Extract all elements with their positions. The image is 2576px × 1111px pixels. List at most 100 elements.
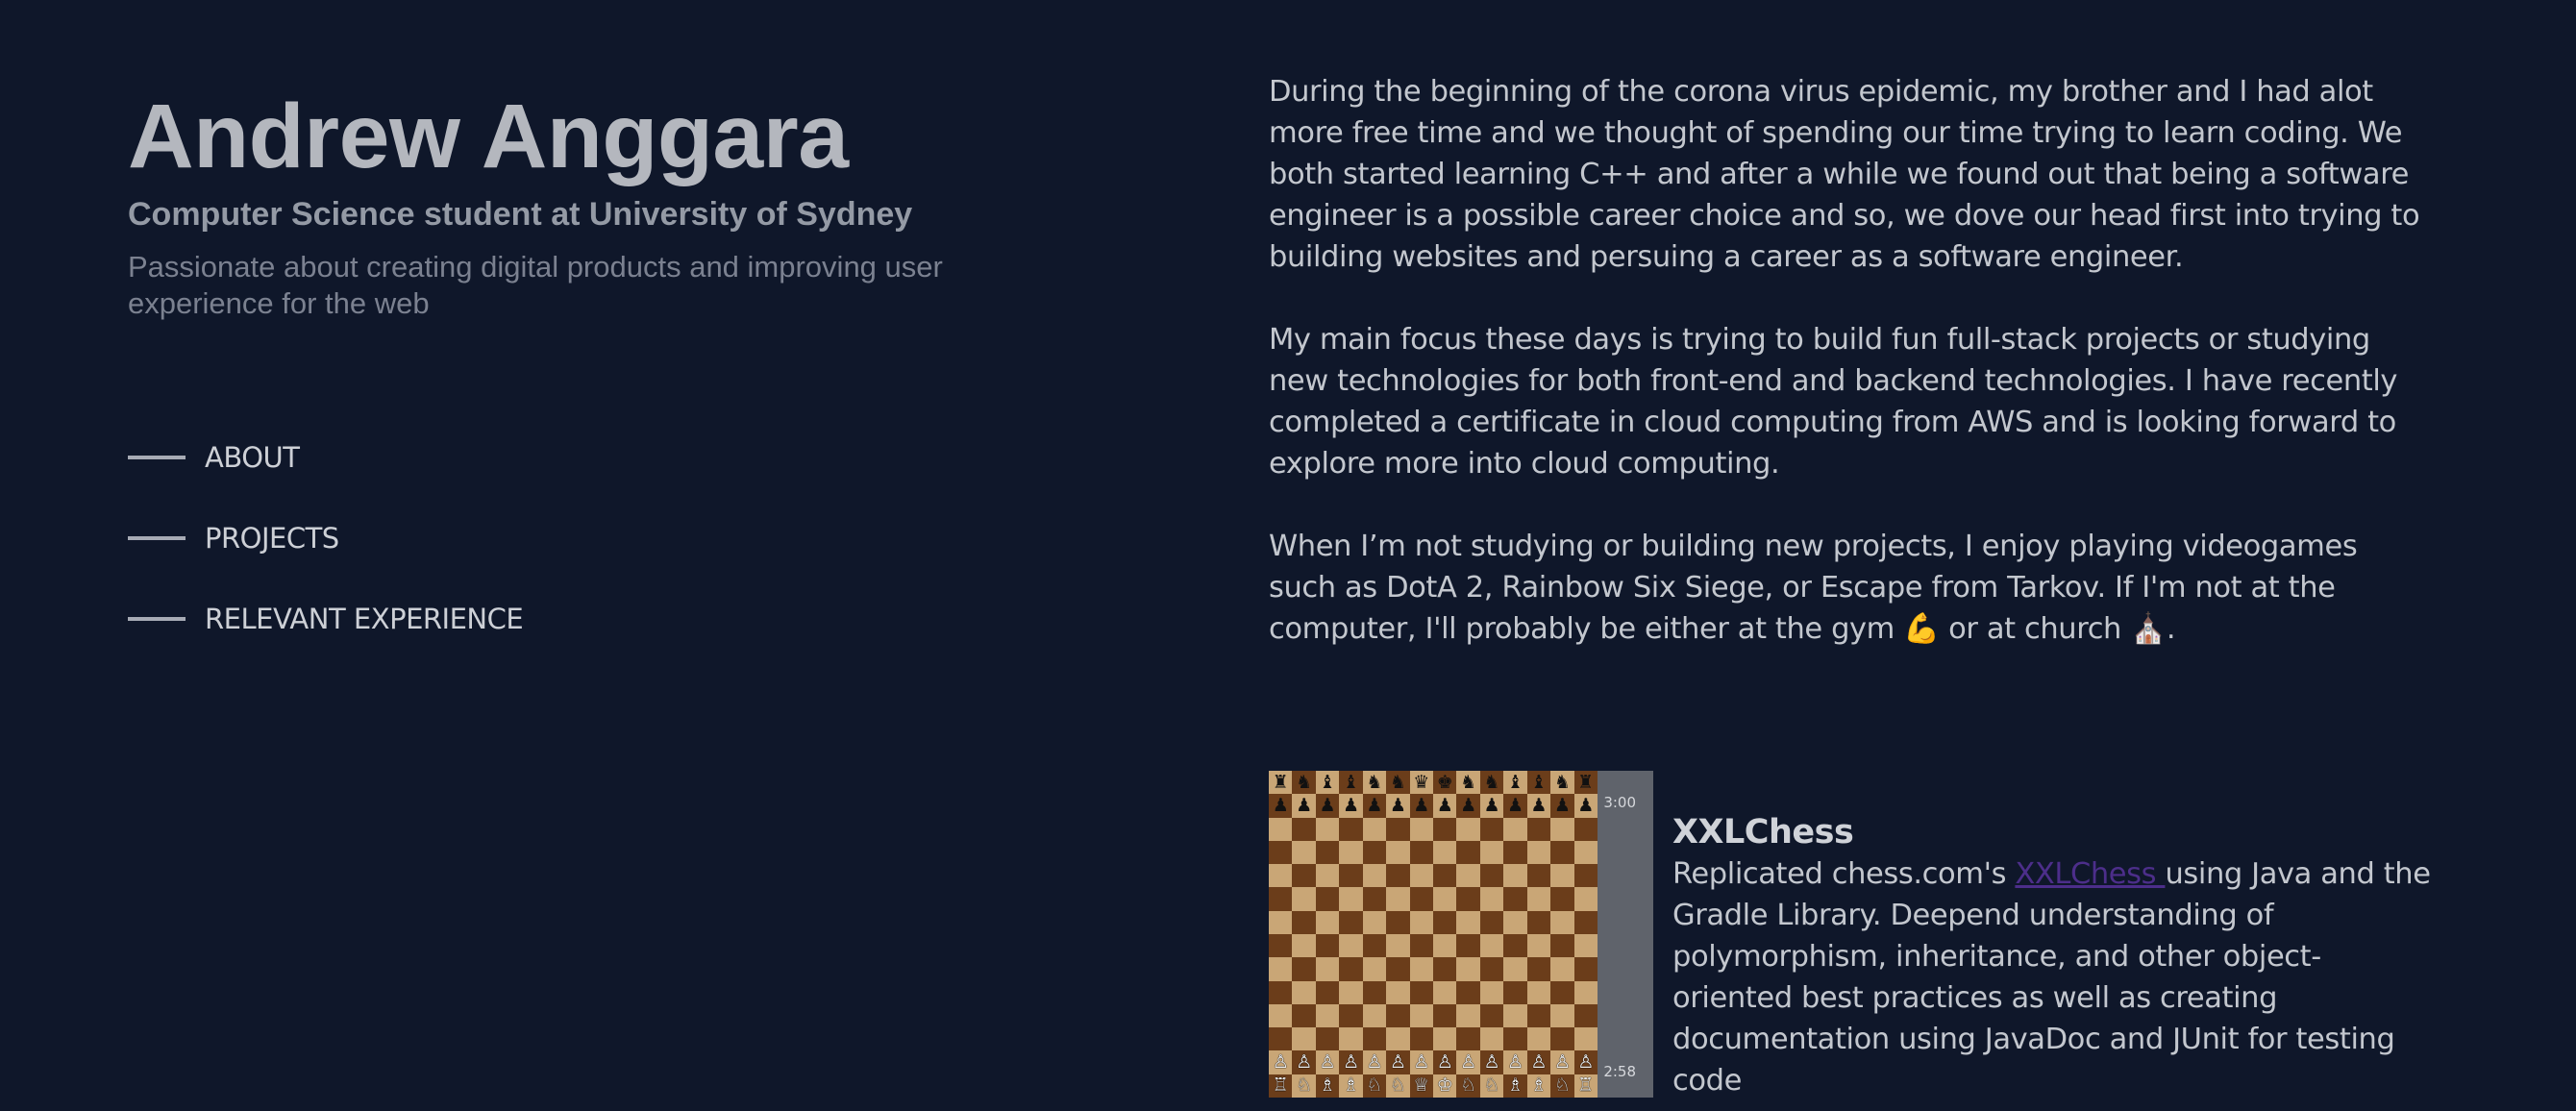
chess-square	[1292, 1003, 1316, 1028]
chess-square	[1503, 910, 1527, 934]
chess-square	[1292, 934, 1316, 958]
chess-square	[1409, 840, 1433, 865]
chess-square	[1550, 1027, 1574, 1051]
chess-square	[1269, 957, 1293, 981]
chess-square	[1292, 887, 1316, 911]
project-thumbnail-chessboard: ♜ ♞ ♝ ♝ ♞ ♞ ♛ ♚ ♞ ♞ ♝ ♝ ♞ ♜ ♟ ♟ ♟ ♟ ♟ ♟ ♟ ♟ ♟ ♟ ♟ ♟ ♟ ♟ ♙ ♙ ♙ ♙ ♙ ♙ ♙ ♙ ♙ ♙ ♙ ♙…	[1269, 771, 1653, 1098]
chess-square	[1339, 1003, 1363, 1028]
chess-piece: ♞	[1362, 771, 1387, 795]
chess-square	[1573, 817, 1598, 841]
section-nav: ABOUT PROJECTS RELEVANT EXPERIENCE	[128, 438, 524, 680]
chess-square	[1433, 864, 1457, 888]
nav-item-about[interactable]: ABOUT	[128, 438, 523, 477]
chess-piece: ♟	[1433, 794, 1457, 818]
chess-square	[1339, 910, 1363, 934]
chess-piece: ♙	[1362, 1050, 1387, 1074]
chess-square	[1315, 840, 1340, 865]
chess-piece: ♙	[1479, 1050, 1504, 1074]
chess-square	[1550, 840, 1574, 865]
project-card-xxlchess[interactable]: ♜ ♞ ♝ ♝ ♞ ♞ ♛ ♚ ♞ ♞ ♝ ♝ ♞ ♜ ♟ ♟ ♟ ♟ ♟ ♟ ♟ ♟ ♟ ♟ ♟ ♟ ♟ ♟ ♙ ♙ ♙ ♙ ♙ ♙ ♙ ♙ ♙ ♙ ♙ ♙…	[1269, 771, 2518, 1098]
nav-item-relevant-experience[interactable]: RELEVANT EXPERIENCE	[128, 600, 524, 638]
chess-square	[1292, 817, 1316, 841]
project-link[interactable]: XXLChess	[2015, 857, 2165, 891]
chess-square	[1362, 1027, 1387, 1051]
chess-square	[1456, 910, 1480, 934]
chess-square	[1362, 817, 1387, 841]
chess-square	[1573, 934, 1598, 958]
chess-piece: ♛	[1409, 771, 1433, 795]
chess-square	[1433, 980, 1457, 1004]
chess-square	[1315, 1027, 1340, 1051]
chess-piece: ♘	[1456, 1074, 1480, 1098]
chess-square	[1526, 934, 1551, 958]
chess-square	[1386, 957, 1410, 981]
chess-square	[1503, 1003, 1527, 1028]
chess-square	[1479, 1027, 1504, 1051]
chess-square	[1456, 957, 1480, 981]
chess-square	[1339, 887, 1363, 911]
chess-square	[1269, 1027, 1293, 1051]
chess-square	[1433, 840, 1457, 865]
chess-square	[1269, 1003, 1293, 1028]
chess-square	[1292, 864, 1316, 888]
chess-square	[1573, 1003, 1598, 1028]
chess-piece: ♗	[1315, 1074, 1340, 1098]
chess-piece: ♙	[1269, 1050, 1293, 1074]
chess-square	[1503, 957, 1527, 981]
chess-square	[1526, 910, 1551, 934]
chess-square	[1526, 887, 1551, 911]
chess-square	[1362, 840, 1387, 865]
chess-square	[1550, 980, 1574, 1004]
chess-square	[1269, 840, 1293, 865]
chess-square	[1386, 864, 1410, 888]
nav-item-label[interactable]: ABOUT	[205, 441, 300, 474]
tagline: Passionate about creating digital produc…	[128, 250, 943, 320]
chess-square	[1315, 934, 1340, 958]
chess-square	[1292, 910, 1316, 934]
chess-piece: ♙	[1503, 1050, 1527, 1074]
chess-square	[1573, 840, 1598, 865]
chess-piece: ♙	[1339, 1050, 1363, 1074]
chess-piece: ♔	[1433, 1074, 1457, 1098]
chess-square	[1526, 957, 1551, 981]
chess-piece: ♞	[1456, 771, 1480, 795]
chess-piece: ♜	[1269, 771, 1293, 795]
chess-square	[1386, 817, 1410, 841]
chess-square	[1503, 887, 1527, 911]
chess-square	[1292, 1027, 1316, 1051]
chess-square	[1503, 934, 1527, 958]
chess-square	[1550, 864, 1574, 888]
chessboard: ♜ ♞ ♝ ♝ ♞ ♞ ♛ ♚ ♞ ♞ ♝ ♝ ♞ ♜ ♟ ♟ ♟ ♟ ♟ ♟ ♟ ♟ ♟ ♟ ♟ ♟ ♟ ♟ ♙ ♙ ♙ ♙ ♙ ♙ ♙ ♙ ♙ ♙ ♙ ♙…	[1269, 771, 1598, 1098]
project-desc-before: Replicated chess.com's	[1672, 857, 2016, 891]
chess-square	[1315, 864, 1340, 888]
chess-square	[1573, 910, 1598, 934]
chess-piece: ♗	[1526, 1074, 1551, 1098]
chess-square	[1315, 957, 1340, 981]
chess-square	[1292, 957, 1316, 981]
chess-square	[1339, 1027, 1363, 1051]
chess-square	[1362, 887, 1387, 911]
chess-square	[1503, 1027, 1527, 1051]
nav-item-label[interactable]: PROJECTS	[205, 522, 339, 555]
nav-item-label[interactable]: RELEVANT EXPERIENCE	[205, 603, 524, 635]
chess-square	[1409, 1027, 1433, 1051]
about-section: During the beginning of the corona virus…	[1269, 71, 2432, 691]
chess-piece: ♙	[1456, 1050, 1480, 1074]
chess-square	[1362, 864, 1387, 888]
chess-piece: ♟	[1479, 794, 1504, 818]
chess-piece: ♘	[1292, 1074, 1316, 1098]
chess-square	[1456, 934, 1480, 958]
chess-square	[1456, 980, 1480, 1004]
chess-piece: ♙	[1550, 1050, 1574, 1074]
chess-square	[1315, 980, 1340, 1004]
chess-square	[1433, 887, 1457, 911]
chess-piece: ♝	[1339, 771, 1363, 795]
project-desc-after: using Java and the Gradle Library. Deepe…	[1672, 857, 2431, 1098]
chess-square	[1503, 817, 1527, 841]
chess-square	[1550, 910, 1574, 934]
about-paragraph: When I’m not studying or building new pr…	[1269, 530, 2358, 646]
nav-item-projects[interactable]: PROJECTS	[128, 519, 523, 557]
chess-square	[1503, 864, 1527, 888]
chess-square	[1386, 910, 1410, 934]
chess-piece: ♘	[1362, 1074, 1387, 1098]
